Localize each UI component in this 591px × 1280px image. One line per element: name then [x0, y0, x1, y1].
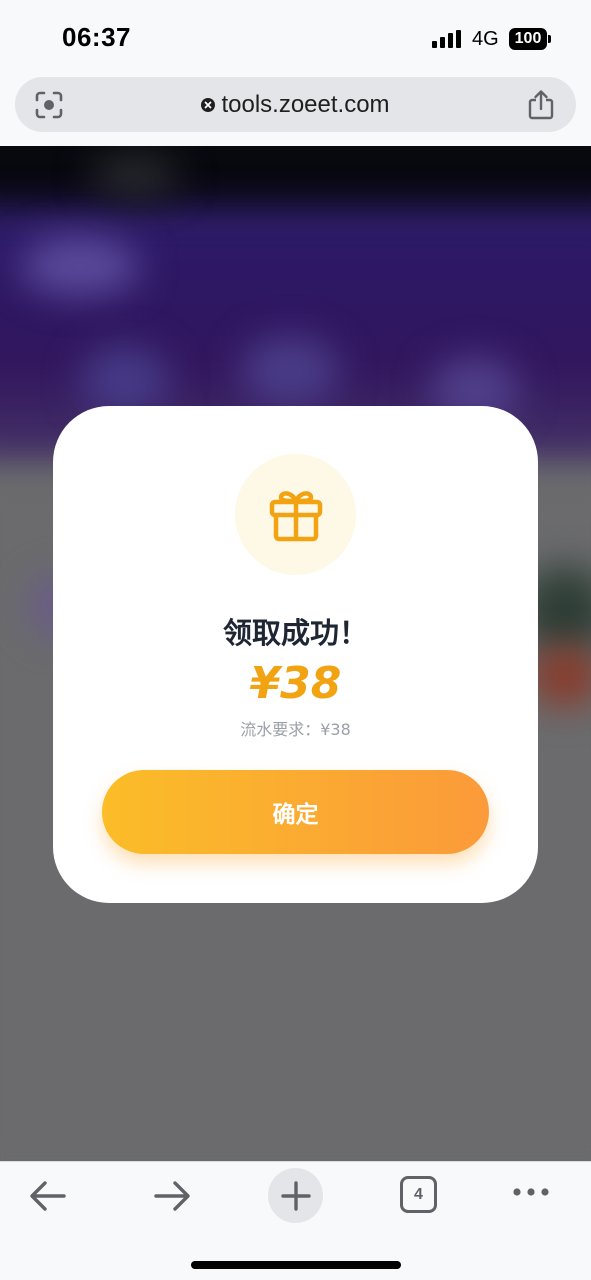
blurred-background-blob	[20, 236, 140, 296]
reward-amount: ¥38	[249, 658, 342, 709]
address-bar[interactable]: tools.zoeet.com	[15, 77, 576, 132]
tab-switcher-button[interactable]: 4	[400, 1176, 437, 1213]
battery-icon: 100	[509, 28, 551, 50]
arrow-left-icon[interactable]	[28, 1178, 68, 1214]
blurred-background-blob	[240, 336, 340, 406]
address-bar-area: tools.zoeet.com	[0, 76, 591, 146]
cellular-signal-icon	[432, 30, 461, 48]
blurred-background-blob	[530, 646, 591, 706]
battery-level: 100	[509, 28, 547, 50]
blurred-background-blob	[90, 156, 180, 196]
battery-tip	[548, 35, 551, 43]
url-text[interactable]: tools.zoeet.com	[221, 91, 389, 119]
arrow-right-icon[interactable]	[152, 1178, 192, 1214]
more-dots-icon[interactable]	[512, 1186, 550, 1198]
share-icon[interactable]	[527, 89, 555, 121]
confirm-button[interactable]: 确定	[102, 770, 489, 854]
plus-icon	[280, 1180, 311, 1211]
new-tab-button[interactable]	[268, 1168, 323, 1223]
browser-toolbar: 4	[0, 1161, 591, 1280]
wagering-requirement: 流水要求：¥38	[240, 720, 351, 739]
network-type-label: 4G	[472, 28, 499, 50]
gift-icon	[269, 490, 322, 541]
status-bar: 06:37 4G 100	[0, 0, 591, 76]
dialog-title: 领取成功！	[222, 616, 368, 650]
gift-icon-circle	[235, 454, 356, 575]
url-group[interactable]: tools.zoeet.com	[15, 77, 576, 132]
status-time: 06:37	[62, 22, 131, 52]
site-blocked-icon[interactable]	[201, 97, 216, 112]
home-indicator[interactable]	[191, 1261, 401, 1269]
reward-success-dialog: 领取成功！ ¥38 流水要求：¥38 确定	[53, 406, 538, 903]
page-content-overlay[interactable]: 领取成功！ ¥38 流水要求：¥38 确定	[0, 146, 591, 1161]
